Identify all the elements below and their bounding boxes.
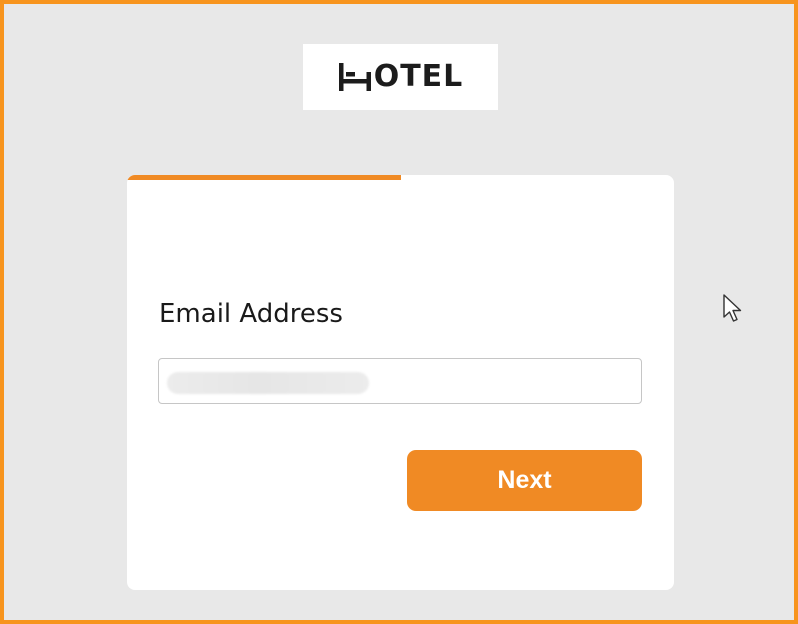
logo-text: OTEL [373, 59, 464, 94]
progress-bar [127, 175, 674, 180]
bed-icon [338, 63, 371, 91]
hotel-logo: OTEL [303, 44, 498, 110]
email-label: Email Address [159, 299, 343, 329]
login-card: Email Address Next [127, 175, 674, 590]
progress-bar-fill [127, 175, 401, 180]
next-button[interactable]: Next [407, 450, 642, 511]
page-frame: OTEL Email Address Next [0, 0, 798, 624]
mouse-cursor-icon [723, 294, 742, 322]
email-field[interactable] [158, 358, 642, 404]
